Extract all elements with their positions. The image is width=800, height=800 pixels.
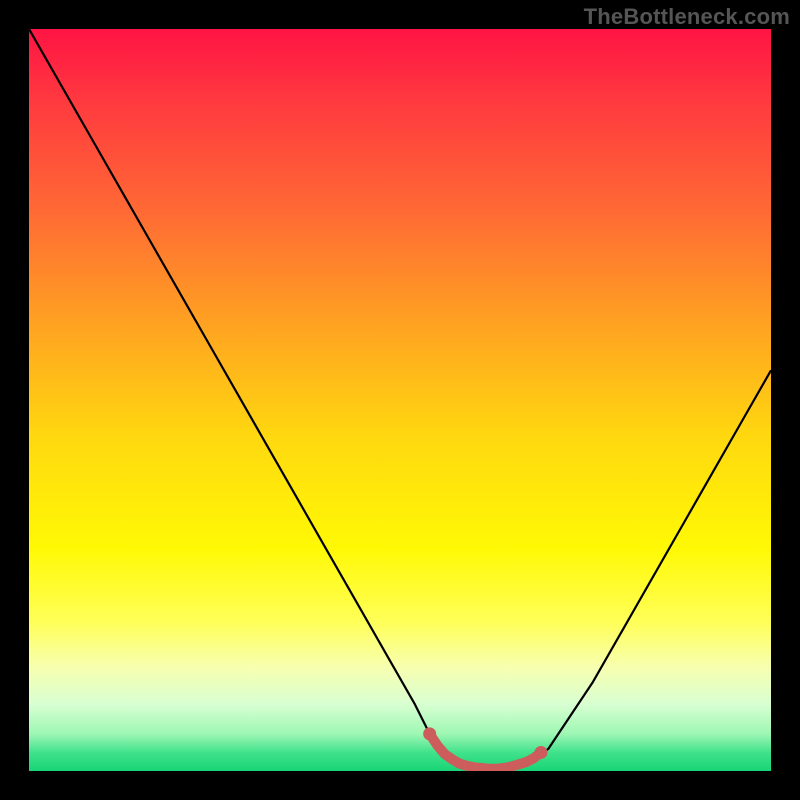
watermark-text: TheBottleneck.com: [584, 4, 790, 30]
sweet-spot-endpoint: [534, 746, 547, 759]
sweet-spot-endpoint: [423, 727, 436, 740]
plot-frame: [29, 29, 771, 771]
chart-svg: [29, 29, 771, 771]
chart-container: TheBottleneck.com: [0, 0, 800, 800]
chart-background: [29, 29, 771, 771]
